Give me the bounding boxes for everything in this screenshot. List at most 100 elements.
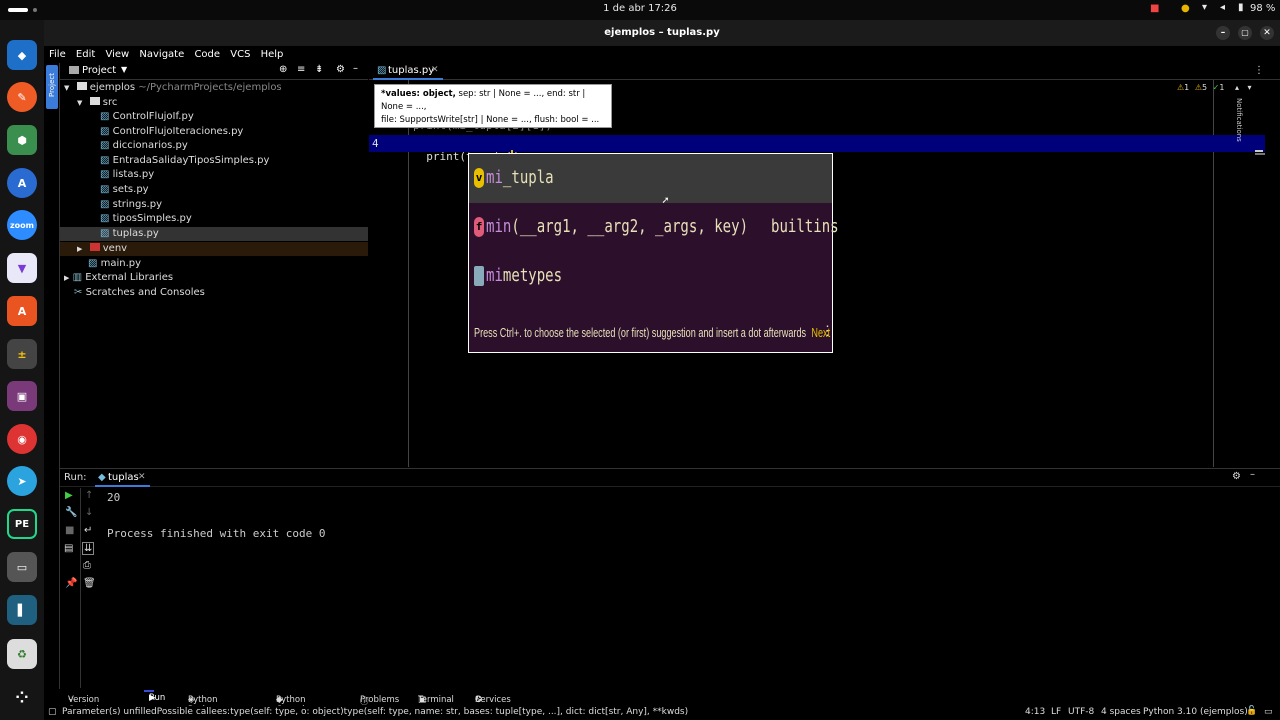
app-store-icon[interactable]: A [7, 168, 37, 198]
tab-tuplas[interactable]: ▨ tuplas.py ✕ [373, 63, 443, 80]
close-button[interactable]: ✕ [1260, 26, 1274, 40]
ok-count: 1 [1219, 83, 1225, 92]
hide-panel-icon[interactable]: – [1250, 469, 1255, 480]
soft-wrap-icon[interactable]: ↵ [84, 525, 92, 536]
python-file-icon: ▨ [100, 140, 110, 151]
vpn-icon[interactable]: ▼ [7, 253, 37, 283]
maximize-button[interactable]: ▢ [1238, 26, 1252, 40]
wrench-icon[interactable]: 🔧 [65, 507, 77, 518]
file-row[interactable]: ▨ strings.py [100, 198, 162, 212]
tool-label: Run [149, 693, 166, 703]
vscode-icon[interactable]: ◆ [7, 40, 37, 70]
trash-icon[interactable]: 🗑 [83, 578, 96, 589]
down-icon[interactable]: ↓ [85, 507, 93, 518]
dock: ◆ ✎ ⬢ A zoom ▼ A ± ▣ ◉ ➤ PE ▭ ▌ ♻ ⁘ [0, 20, 44, 720]
trash-icon[interactable]: ♻ [7, 639, 37, 669]
telegram-icon[interactable]: ➤ [7, 466, 37, 496]
notifications-side-label[interactable]: Notifications [1235, 98, 1243, 158]
prev-highlight-icon[interactable]: ▴ [1235, 83, 1239, 92]
file-row[interactable]: ▨ ControlFlujoIf.py [100, 110, 194, 124]
more-options-icon[interactable]: ⋮ [1254, 65, 1264, 76]
lock-icon[interactable]: 🔓 [1246, 706, 1257, 716]
app-icon[interactable]: ▌ [7, 595, 37, 625]
layout-icon[interactable]: ▤ [64, 543, 73, 554]
caret-position[interactable]: 4:13 [1025, 707, 1045, 717]
show-apps-icon[interactable]: ⁘ [7, 682, 37, 712]
chevron-down-icon[interactable]: ▼ [121, 65, 127, 74]
files-icon[interactable]: ▭ [7, 552, 37, 582]
menu-edit[interactable]: Edit [76, 46, 95, 63]
chrome-icon[interactable]: ◉ [7, 424, 37, 454]
collapse-all-icon[interactable]: ⇟ [315, 64, 323, 75]
tool-run[interactable]: ▶ Run [144, 690, 165, 703]
menu-code[interactable]: Code [194, 46, 220, 63]
tree-external-libraries[interactable]: ▶ ▥ External Libraries [64, 271, 173, 285]
battery-level[interactable]: 98 % [1250, 3, 1275, 14]
status-toggle-icon[interactable]: ▢ [48, 707, 57, 717]
tree-venv[interactable]: ▶ venv [77, 242, 127, 256]
python-icon: ◆ [98, 472, 106, 483]
completion-item-selected[interactable]: v mi_tupla [469, 154, 832, 203]
menu-navigate[interactable]: Navigate [139, 46, 184, 63]
python-interpreter[interactable]: Python 3.10 (ejemplos) [1143, 707, 1248, 717]
tool-window-bar: ⑂ Version Control ▶ Run ◈ Python Package… [60, 689, 1280, 715]
file-row[interactable]: ▨ sets.py [100, 183, 149, 197]
zoom-icon[interactable]: zoom [7, 210, 37, 240]
activities-indicator[interactable] [8, 8, 28, 12]
calculator-icon[interactable]: ± [7, 339, 37, 369]
completion-item[interactable]: mimetypes [469, 252, 832, 301]
more-options-icon[interactable]: ⋮ [821, 323, 832, 339]
stop-icon[interactable]: ■ [65, 525, 74, 536]
postman-icon[interactable]: ✎ [7, 82, 37, 112]
file-encoding[interactable]: UTF-8 [1068, 707, 1094, 717]
locate-icon[interactable]: ⊕ [279, 64, 287, 75]
scroll-end-icon[interactable]: ⇊ [82, 542, 95, 555]
minimize-button[interactable]: – [1216, 26, 1230, 40]
menu-view[interactable]: View [105, 46, 129, 63]
project-tool-button[interactable]: Project [46, 65, 58, 109]
tree-scratches[interactable]: ✂ Scratches and Consoles [74, 286, 205, 300]
line-separator[interactable]: LF [1051, 707, 1061, 717]
software-center-icon[interactable]: A [7, 296, 37, 326]
up-icon[interactable]: ↑ [85, 490, 93, 501]
completion-popup: v mi_tupla f min(__arg1, __arg2, _args, … [468, 153, 839, 353]
item-rest: (__arg1, __arg2, _args, key) [511, 216, 749, 237]
hide-panel-icon[interactable]: – [353, 63, 358, 74]
print-icon[interactable]: ⎙ [83, 560, 91, 571]
rerun-icon[interactable]: ▶ [65, 490, 73, 501]
next-highlight-icon[interactable]: ▾ [1248, 83, 1252, 92]
file-row[interactable]: ▨ main.py [88, 257, 141, 271]
menu-file[interactable]: File [49, 46, 66, 63]
menu-help[interactable]: Help [261, 46, 284, 63]
match-prefix: min [486, 216, 512, 237]
memory-icon[interactable]: ▭ [1264, 707, 1273, 717]
tree-src[interactable]: ▼ src [77, 96, 117, 110]
mic-icon: ● [1181, 3, 1190, 14]
file-row[interactable]: ▨ listas.py [100, 168, 154, 182]
file-name: tiposSimples.py [112, 213, 192, 224]
file-row-selected[interactable]: ▨ tuplas.py [100, 227, 159, 241]
menu-vcs[interactable]: VCS [230, 46, 250, 63]
file-row[interactable]: ▨ EntradaSalidayTiposSimples.py [100, 154, 269, 168]
clock[interactable]: 1 de abr 17:26 [560, 3, 720, 14]
indent-setting[interactable]: 4 spaces [1101, 707, 1141, 717]
pin-icon[interactable]: 📌 [65, 578, 77, 589]
cube-app-icon[interactable]: ⬢ [7, 125, 37, 155]
file-row[interactable]: ▨ tiposSimples.py [100, 212, 192, 226]
close-icon[interactable]: ✕ [431, 65, 439, 75]
file-row[interactable]: ▨ diccionarios.py [100, 139, 188, 153]
completion-item[interactable]: f min(__arg1, __arg2, _args, key) builti… [469, 203, 839, 252]
close-icon[interactable]: ✕ [138, 472, 146, 482]
project-view-selector[interactable]: Project [82, 65, 116, 76]
tree-root[interactable]: ▼ ejemplos ~/PycharmProjects/ejemplos [64, 81, 282, 95]
python-file-icon: ▨ [100, 126, 110, 137]
match-prefix: mi [486, 167, 503, 188]
gear-icon[interactable]: ⚙ [336, 64, 345, 75]
run-tab[interactable]: ◆ tuplas ✕ [95, 469, 150, 487]
expand-all-icon[interactable]: ≡ [297, 64, 305, 75]
inspection-widget[interactable]: ⚠1 ⚠5 ✓1 ▴ ▾ [1177, 83, 1252, 92]
file-row[interactable]: ▨ ControlFlujoIteraciones.py [100, 125, 243, 139]
screen-recorder-icon[interactable]: ▣ [7, 381, 37, 411]
gear-icon[interactable]: ⚙ [1232, 471, 1241, 482]
pycharm-icon[interactable]: PE [7, 509, 37, 539]
